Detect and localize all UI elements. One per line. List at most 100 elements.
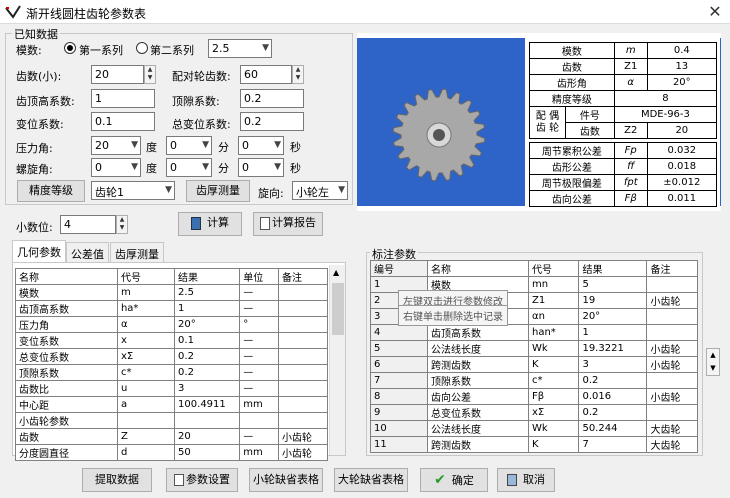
table-row[interactable]: 9 总变位系数 xΣ 0.2 bbox=[369, 404, 698, 421]
shift-input[interactable]: 0.1 bbox=[91, 112, 155, 131]
helix-min-select[interactable]: 0 ▼ bbox=[166, 158, 212, 177]
precision-button[interactable]: 精度等级 bbox=[17, 180, 85, 202]
table-cell: d bbox=[116, 444, 176, 461]
rotation-label: 旋向: bbox=[258, 187, 284, 200]
column-header: 单位 bbox=[239, 268, 280, 285]
table-cell: 8 bbox=[369, 388, 429, 405]
calc-button[interactable]: 计算 bbox=[178, 212, 242, 236]
module-select[interactable]: 2.5 ▼ bbox=[208, 39, 272, 58]
extract-button[interactable]: 提取数据 bbox=[82, 468, 152, 492]
ok-label: 确定 bbox=[451, 474, 474, 487]
param-angle-val: 20° bbox=[646, 74, 718, 91]
param-fb-name: 齿向公差 bbox=[529, 190, 615, 207]
pressure-sec-select[interactable]: 0 ▼ bbox=[238, 136, 284, 155]
table-row[interactable]: 压力角 α 20° ° bbox=[15, 316, 328, 333]
param-fpt-sym: fpt bbox=[613, 174, 648, 191]
pressure-deg-select[interactable]: 20 ▼ bbox=[91, 136, 141, 155]
table-cell: — bbox=[239, 348, 280, 365]
helix-sec-select[interactable]: 0 ▼ bbox=[238, 158, 284, 177]
large-default-button[interactable]: 大轮缺省表格 bbox=[334, 468, 408, 492]
tab-tolerance[interactable]: 公差值 bbox=[66, 242, 109, 262]
mark-spinner[interactable]: ▲ ▼ bbox=[706, 348, 720, 376]
table-row[interactable]: 齿顶高系数 ha* 1— bbox=[15, 300, 328, 317]
table-cell: 50 bbox=[174, 444, 241, 461]
pressure-min-select[interactable]: 0 ▼ bbox=[166, 136, 212, 155]
chevron-down-icon: ▼ bbox=[262, 43, 269, 53]
table-row[interactable]: 分度圆直径 d 50 mm 小齿轮 bbox=[15, 444, 328, 461]
table-row[interactable]: 齿数比 u 3— bbox=[15, 380, 328, 397]
table-cell: 11 bbox=[369, 436, 429, 453]
param-fpt-name: 周节极限偏差 bbox=[529, 174, 615, 191]
table-row[interactable]: 总变位系数 xΣ 0.2— bbox=[15, 348, 328, 365]
param-teeth-name: 齿数 bbox=[529, 58, 615, 75]
ok-button[interactable]: ✔ 确定 bbox=[420, 468, 488, 492]
param-teeth-val: 13 bbox=[646, 58, 718, 75]
chevron-down-icon: ▼ bbox=[202, 140, 209, 150]
series2-radio[interactable] bbox=[136, 42, 148, 54]
table-cell: m bbox=[116, 284, 176, 301]
addendum-input[interactable]: 1 bbox=[91, 89, 155, 108]
table-cell: 齿数比 bbox=[15, 380, 118, 397]
table-cell: α bbox=[116, 316, 176, 333]
table-cell: 齿数 bbox=[15, 428, 118, 445]
scroll-up-icon[interactable]: ▲ bbox=[333, 268, 339, 277]
cancel-button[interactable]: 取消 bbox=[497, 468, 555, 492]
table-cell: 大齿轮 bbox=[646, 436, 698, 453]
helix-deg-select[interactable]: 0 ▼ bbox=[91, 158, 141, 177]
param-precision-val: 8 bbox=[613, 90, 718, 107]
close-button[interactable]: ✕ bbox=[700, 0, 730, 24]
table-cell: 公法线长度 bbox=[427, 420, 529, 437]
table-row[interactable]: 10 公法线长度 Wk 50.244 大齿轮 bbox=[369, 420, 698, 437]
mate-teeth-input[interactable]: 60 bbox=[240, 65, 292, 84]
table-row[interactable]: 4 齿顶高系数 han* 1 bbox=[369, 324, 698, 341]
table-cell: — bbox=[239, 428, 280, 445]
unit-deg: 度 bbox=[146, 162, 157, 175]
report-button[interactable]: 计算报告 bbox=[253, 212, 323, 236]
table-cell bbox=[646, 372, 698, 389]
table-cell bbox=[646, 404, 698, 421]
table-cell: 跨测齿数 bbox=[427, 436, 529, 453]
rotation-select[interactable]: 小轮左 ▼ bbox=[292, 181, 348, 200]
table-cell: 0.1 bbox=[174, 332, 241, 349]
pressure-min-value: 0 bbox=[170, 139, 177, 152]
table-cell: 小齿轮 bbox=[646, 356, 698, 373]
table-cell: K bbox=[527, 436, 580, 453]
decimal-input[interactable]: 4 bbox=[60, 215, 116, 234]
geometry-scrollbar[interactable]: ▲ bbox=[329, 265, 345, 455]
teeth-small-spinner[interactable]: ▲ ▼ bbox=[144, 65, 156, 84]
table-row[interactable]: 11 跨测齿数 K 7 大齿轮 bbox=[369, 436, 698, 453]
tab-geometry[interactable]: 几何参数 bbox=[12, 240, 66, 262]
table-row[interactable]: 模数 m 2.5— bbox=[15, 284, 328, 301]
table-row[interactable]: 中心距 a 100.4911 mm bbox=[15, 396, 328, 413]
settings-icon bbox=[174, 474, 184, 486]
table-row[interactable]: 小齿轮参数 bbox=[15, 412, 328, 429]
chevron-down-icon: ▼ bbox=[274, 162, 281, 172]
table-cell: 9 bbox=[369, 404, 429, 421]
scroll-thumb[interactable] bbox=[332, 283, 344, 335]
table-row[interactable]: 顶隙系数 c* 0.2— bbox=[15, 364, 328, 381]
thickness-button[interactable]: 齿厚测量 bbox=[186, 180, 250, 202]
series1-radio[interactable] bbox=[64, 42, 76, 54]
param-module-name: 模数 bbox=[529, 42, 615, 59]
tab-thickness[interactable]: 齿厚测量 bbox=[110, 242, 164, 262]
table-row[interactable]: 7 顶隙系数 c* 0.2 bbox=[369, 372, 698, 389]
column-header: 代号 bbox=[527, 260, 580, 277]
table-row[interactable]: 6 跨测齿数 K 3 小齿轮 bbox=[369, 356, 698, 373]
series1-label: 第一系列 bbox=[79, 44, 123, 57]
clearance-input[interactable]: 0.2 bbox=[240, 89, 304, 108]
mate-teeth-spinner[interactable]: ▲ ▼ bbox=[292, 65, 304, 84]
table-row[interactable]: 8 齿向公差 Fβ 0.016 小齿轮 bbox=[369, 388, 698, 405]
settings-button[interactable]: 参数设置 bbox=[166, 468, 238, 492]
param-pair-label: 配 偶 齿 轮 bbox=[529, 106, 566, 139]
param-module-val: 0.4 bbox=[646, 42, 718, 59]
table-row[interactable]: 5 公法线长度 Wk 19.3221 小齿轮 bbox=[369, 340, 698, 357]
decimal-spinner[interactable]: ▲ ▼ bbox=[116, 215, 128, 234]
small-default-button[interactable]: 小轮缺省表格 bbox=[249, 468, 323, 492]
total-shift-input[interactable]: 0.2 bbox=[240, 112, 304, 131]
table-row[interactable]: 变位系数 x 0.1— bbox=[15, 332, 328, 349]
gear-select[interactable]: 齿轮1 ▼ bbox=[91, 181, 175, 200]
unit-min: 分 bbox=[218, 141, 229, 154]
teeth-small-input[interactable]: 20 bbox=[91, 65, 144, 84]
table-row[interactable]: 齿数 Z 20— 小齿轮 bbox=[15, 428, 328, 445]
helix-deg-value: 0 bbox=[95, 161, 102, 174]
